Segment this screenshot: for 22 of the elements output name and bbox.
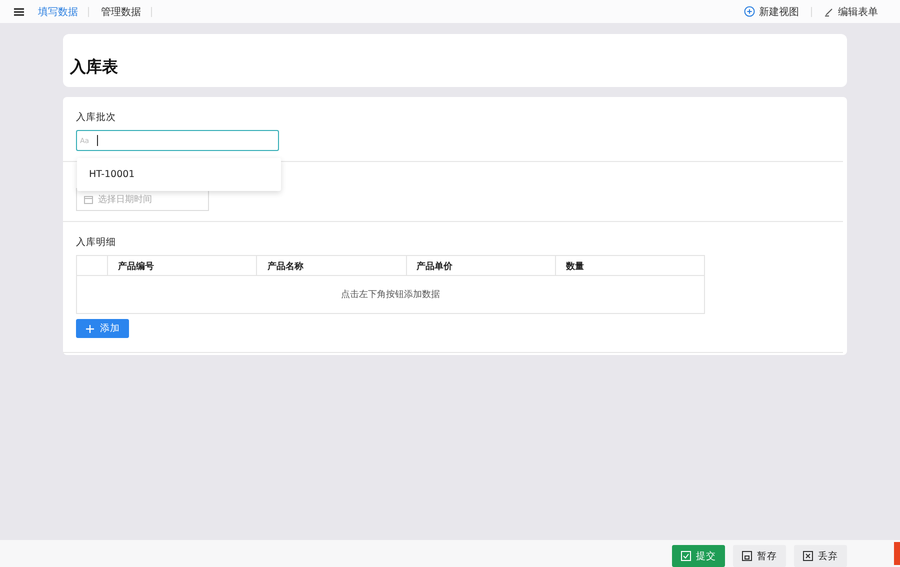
footer-button[interactable]: 丢弃 — [794, 545, 847, 567]
pencil-icon — [824, 6, 834, 16]
plus-circle-icon — [744, 6, 755, 17]
save-icon — [742, 551, 752, 561]
calendar-icon — [84, 196, 93, 204]
column-header: 产品名称 — [256, 256, 406, 275]
add-button[interactable]: 添加 — [76, 319, 129, 338]
toolbar-link[interactable]: 编辑表单 — [824, 4, 878, 18]
plus-icon — [86, 324, 94, 332]
column-header: 产品编号 — [107, 256, 256, 275]
field-label: 入库批次 — [76, 111, 117, 124]
form-title: 入库表 — [70, 57, 118, 78]
toolbar-link[interactable]: 新建视图 — [744, 4, 799, 18]
field-label: 入库明细 — [76, 236, 117, 249]
column-header: 产品单价 — [406, 256, 555, 275]
footer-button[interactable]: 暂存 — [733, 545, 786, 567]
tab[interactable]: 填写数据 — [38, 4, 88, 18]
dropdown-option[interactable]: HT-10001 — [77, 158, 281, 191]
menu-icon[interactable] — [14, 8, 24, 16]
column-header: 数量 — [554, 256, 704, 275]
tab[interactable]: 管理数据 — [101, 4, 151, 18]
empty-message: 点击左下角按钮添加数据 — [341, 288, 440, 301]
